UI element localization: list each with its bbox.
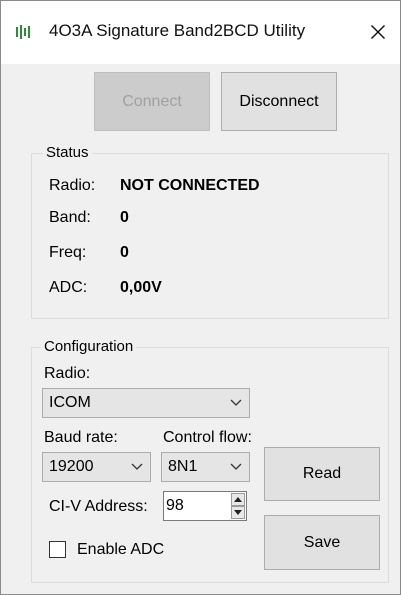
control-flow-label: Control flow: <box>163 429 252 446</box>
status-radio-value: NOT CONNECTED <box>120 177 260 194</box>
title-bar[interactable]: 4O3A Signature Band2BCD Utility <box>1 1 400 64</box>
status-legend: Status <box>43 145 92 161</box>
status-freq-label: Freq: <box>49 244 87 261</box>
status-band-value: 0 <box>120 209 129 226</box>
chevron-down-icon <box>131 463 143 470</box>
status-radio-label: Radio: <box>49 177 96 194</box>
radio-select-value: ICOM <box>49 394 91 411</box>
app-window: 4O3A Signature Band2BCD Utility Connect … <box>0 0 401 595</box>
configuration-legend: Configuration <box>41 339 137 355</box>
disconnect-button[interactable]: Disconnect <box>221 72 337 131</box>
read-button[interactable]: Read <box>264 447 380 501</box>
close-icon <box>371 25 385 39</box>
arrow-down-icon <box>234 510 242 515</box>
civ-address-input[interactable] <box>166 495 214 517</box>
spin-down-button[interactable] <box>231 506 245 519</box>
baud-rate-value: 19200 <box>49 458 94 475</box>
enable-adc-checkbox[interactable] <box>49 541 66 558</box>
enable-adc-label[interactable]: Enable ADC <box>77 541 164 559</box>
spin-up-button[interactable] <box>231 493 245 506</box>
radio-select[interactable]: ICOM <box>42 388 250 418</box>
baud-rate-label: Baud rate: <box>44 429 118 446</box>
status-band-label: Band: <box>49 209 91 226</box>
save-button[interactable]: Save <box>264 515 380 570</box>
arrow-up-icon <box>234 497 242 502</box>
close-button[interactable] <box>361 15 395 49</box>
radio-field-label: Radio: <box>44 365 91 382</box>
chevron-down-icon <box>230 463 242 470</box>
civ-address-stepper[interactable] <box>163 491 247 521</box>
control-flow-value: 8N1 <box>168 458 198 475</box>
status-adc-label: ADC: <box>49 279 88 296</box>
control-flow-select[interactable]: 8N1 <box>161 452 250 482</box>
connect-button[interactable]: Connect <box>94 72 210 131</box>
status-adc-value: 0,00V <box>120 279 162 296</box>
chevron-down-icon <box>230 399 242 406</box>
status-freq-value: 0 <box>120 244 129 261</box>
civ-address-label: CI-V Address: <box>49 498 148 515</box>
app-icon <box>16 25 30 39</box>
window-title: 4O3A Signature Band2BCD Utility <box>49 21 306 40</box>
baud-rate-select[interactable]: 19200 <box>42 452 151 482</box>
